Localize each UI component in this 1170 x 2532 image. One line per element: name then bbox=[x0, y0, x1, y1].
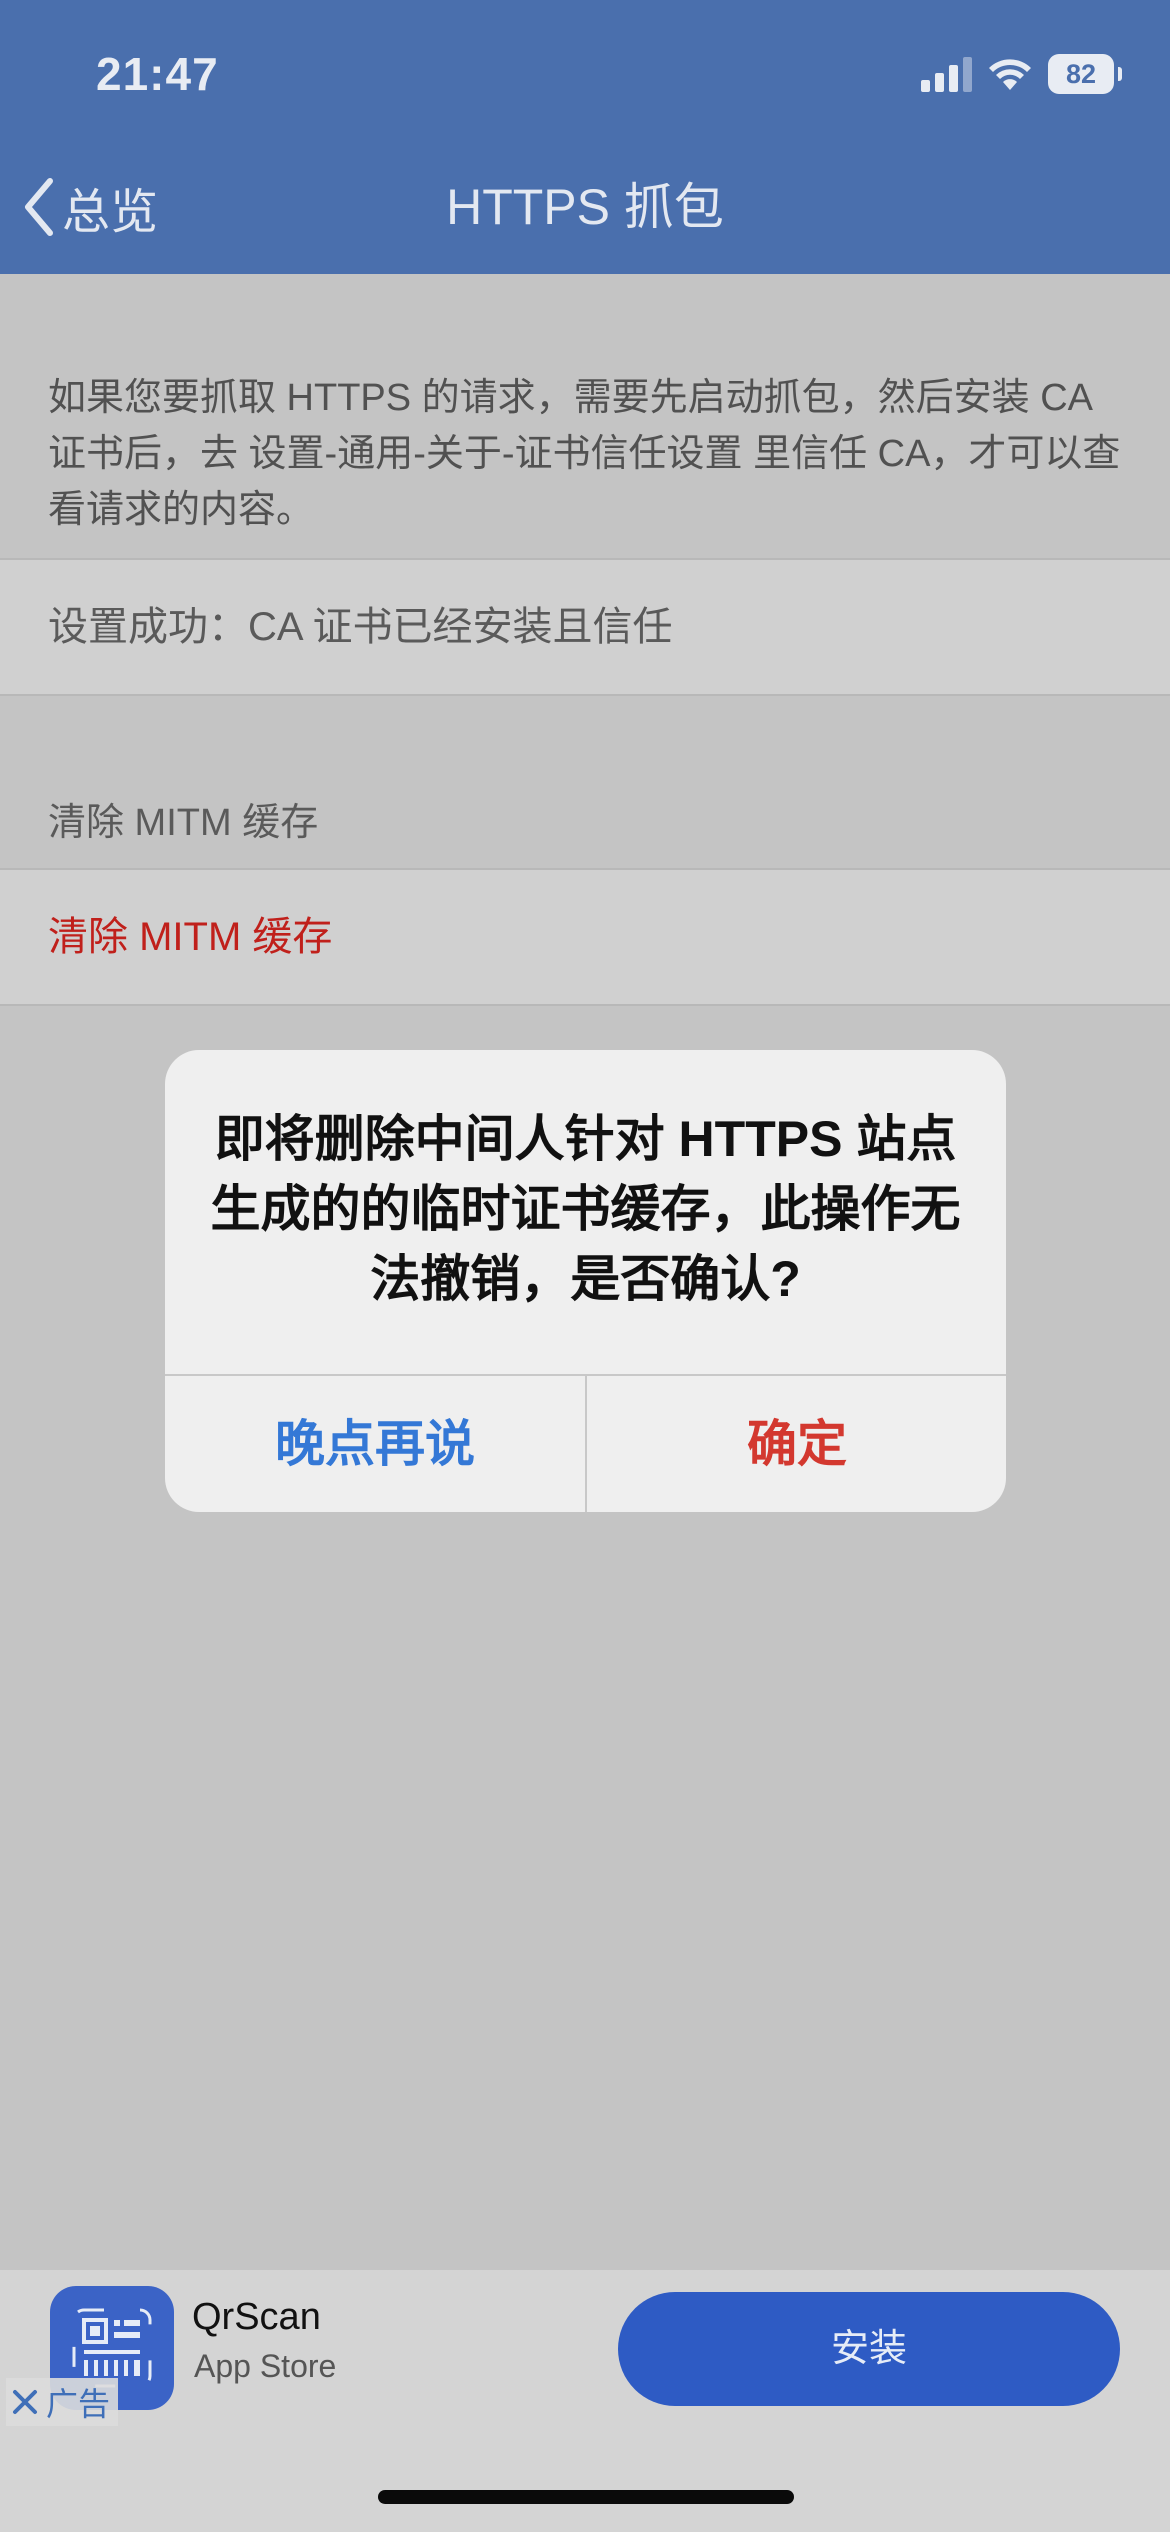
ad-app-name[interactable]: QrScan bbox=[192, 2296, 321, 2339]
wifi-icon bbox=[989, 59, 1031, 90]
clear-mitm-cache-button[interactable]: 清除 MITM 缓存 bbox=[48, 870, 332, 1004]
battery-level: 82 bbox=[1065, 59, 1097, 89]
qr-code-icon bbox=[72, 2308, 152, 2388]
confirm-alert-dialog: 即将删除中间人针对 HTTPS 站点生成的的临时证书缓存，此操作无法撤销，是否确… bbox=[165, 1050, 1006, 1512]
clear-mitm-cache-row[interactable]: 清除 MITM 缓存 bbox=[0, 868, 1170, 1006]
close-icon[interactable] bbox=[10, 2387, 40, 2417]
later-button[interactable]: 晚点再说 bbox=[165, 1376, 585, 1512]
ca-status-text: 设置成功：CA 证书已经安装且信任 bbox=[48, 605, 673, 649]
confirm-button[interactable]: 确定 bbox=[587, 1376, 1006, 1512]
ad-close-label[interactable]: 广告 bbox=[6, 2378, 119, 2426]
status-time: 21:47 bbox=[96, 48, 219, 100]
status-indicators: 82 bbox=[921, 52, 1122, 96]
ad-label-text: 广告 bbox=[46, 2386, 111, 2422]
home-indicator[interactable] bbox=[378, 2490, 794, 2504]
alert-message: 即将删除中间人针对 HTTPS 站点生成的的临时证书缓存，此操作无法撤销，是否确… bbox=[210, 1111, 961, 1307]
navigation-header: 21:47 82 总览 HTTPS 抓包 bbox=[0, 0, 1170, 274]
section-header-mitm-cache: 清除 MITM 缓存 bbox=[48, 802, 319, 844]
https-capture-description: 如果您要抓取 HTTPS 的请求，需要先启动抓包，然后安装 CA 证书后，去 设… bbox=[48, 377, 1121, 531]
ad-app-store-label: App Store bbox=[194, 2348, 337, 2384]
ca-status-row: 设置成功：CA 证书已经安装且信任 bbox=[0, 558, 1170, 696]
cellular-signal-icon bbox=[921, 56, 972, 92]
install-button[interactable]: 安装 bbox=[618, 2292, 1120, 2406]
battery-icon: 82 bbox=[1048, 54, 1122, 94]
page-title: HTTPS 抓包 bbox=[446, 179, 724, 235]
